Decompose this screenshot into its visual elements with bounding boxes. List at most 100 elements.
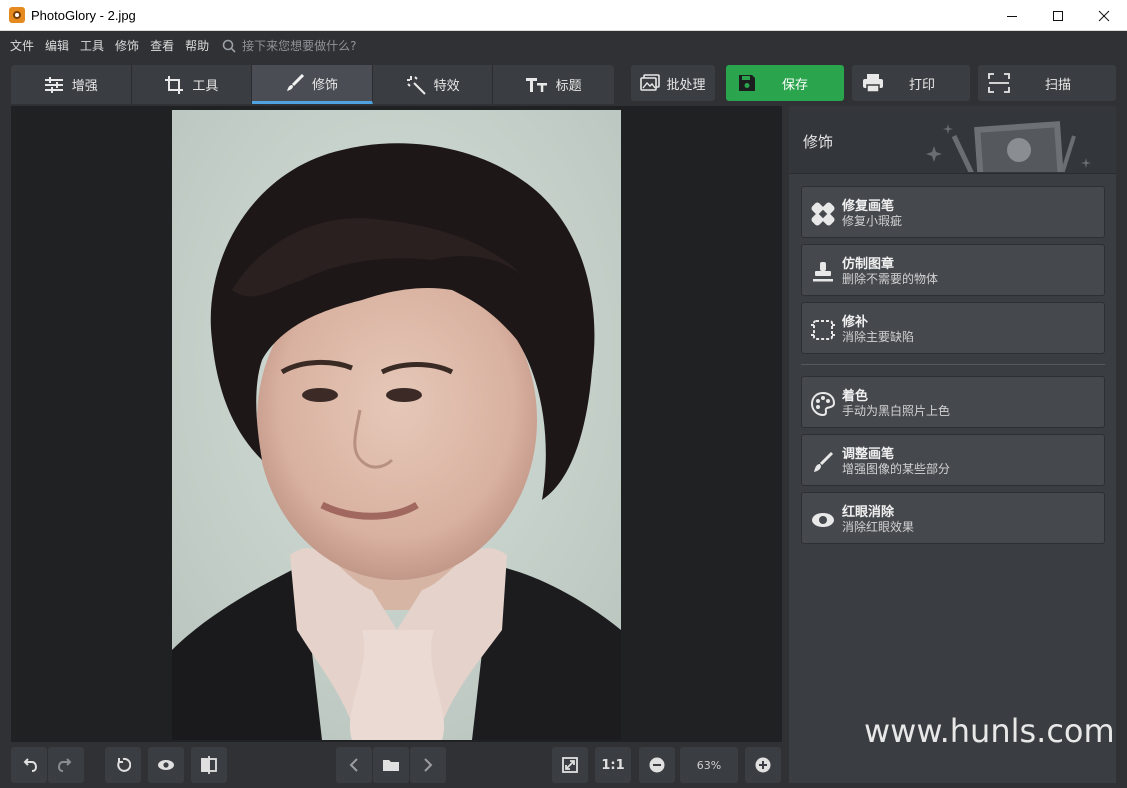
minimize-icon <box>1007 15 1017 17</box>
batch-label: 批处理 <box>666 77 706 93</box>
rotate-icon <box>117 757 131 772</box>
panel-header: 修饰 <box>789 106 1116 174</box>
print-label: 打印 <box>909 77 936 93</box>
redo-button[interactable] <box>48 747 84 783</box>
fit-screen-icon <box>562 757 578 773</box>
close-icon <box>1098 10 1110 21</box>
maximize-button[interactable] <box>1035 0 1081 31</box>
retouch-panel: 修饰 修复画笔 修复小瑕疵 仿制图章 删除不需要的物体 修补 消除主要缺陷 着色… <box>789 106 1116 783</box>
tab-label: 特效 <box>433 79 460 94</box>
panel-divider <box>801 364 1105 365</box>
adjust-brush-icon <box>814 451 834 472</box>
tool-adjustment-brush[interactable]: 调整画笔 增强图像的某些部分 <box>801 434 1105 486</box>
tool-clone-stamp[interactable]: 仿制图章 删除不需要的物体 <box>801 244 1105 296</box>
undo-button[interactable] <box>11 747 47 783</box>
compare-button[interactable] <box>191 747 227 783</box>
tab-enhance[interactable]: 增强 <box>11 65 132 104</box>
print-button[interactable]: 打印 <box>852 65 970 101</box>
tool-red-eye-removal[interactable]: 红眼消除 消除红眼效果 <box>801 492 1105 544</box>
bandage-icon <box>811 202 835 226</box>
crop-icon <box>165 75 184 94</box>
actual-size-button[interactable]: 1:1 <box>595 747 631 783</box>
tool-description: 删除不需要的物体 <box>842 272 939 286</box>
chevron-left-icon <box>349 758 358 772</box>
eye-icon <box>812 513 834 527</box>
fit-screen-button[interactable] <box>552 747 588 783</box>
chevron-right-icon <box>424 758 433 772</box>
panel-decoration-icon <box>926 121 1091 172</box>
folder-icon <box>383 760 399 771</box>
scan-icon <box>988 73 1010 93</box>
tab-caption[interactable]: 标题 <box>493 65 614 104</box>
tab-label: 工具 <box>192 79 219 94</box>
scan-button[interactable]: 扫描 <box>978 65 1116 101</box>
next-button[interactable] <box>410 747 446 783</box>
tool-patch[interactable]: 修补 消除主要缺陷 <box>801 302 1105 354</box>
menu-edit[interactable]: 编辑 <box>45 37 69 54</box>
zoom-level-field[interactable]: 63% <box>680 747 738 783</box>
tab-label: 标题 <box>555 79 582 94</box>
previous-button[interactable] <box>336 747 372 783</box>
menu-retouch[interactable]: 修饰 <box>115 37 139 54</box>
menu-help[interactable]: 帮助 <box>185 37 209 54</box>
zoom-in-button[interactable] <box>745 747 781 783</box>
menu-file[interactable]: 文件 <box>10 37 34 54</box>
close-button[interactable] <box>1081 0 1127 31</box>
search-field[interactable]: 接下来您想要做什么? <box>222 37 356 54</box>
tab-bar: 增强 工具 修饰 特效 标题 <box>11 65 614 104</box>
search-icon <box>222 39 236 53</box>
save-icon <box>739 75 755 91</box>
zoom-in-icon <box>755 757 771 773</box>
watermark-text: www.hunls.com <box>864 712 1115 750</box>
batch-button[interactable]: 批处理 <box>631 65 715 101</box>
text-icon <box>525 77 547 92</box>
patch-icon <box>811 320 835 340</box>
minimize-button[interactable] <box>989 0 1035 31</box>
rotate-button[interactable] <box>105 747 141 783</box>
window-controls <box>989 0 1127 31</box>
tab-label: 增强 <box>71 79 98 94</box>
maximize-icon <box>1053 10 1063 21</box>
menu-bar: 文件 编辑 工具 修饰 查看 帮助 接下来您想要做什么? <box>0 31 1127 60</box>
portrait-photo[interactable] <box>172 110 621 740</box>
eye-icon <box>158 760 174 770</box>
tab-label: 修饰 <box>311 77 338 93</box>
magic-wand-icon <box>406 75 426 95</box>
images-icon <box>640 74 661 91</box>
title-bar: PhotoGlory - 2.jpg <box>0 0 1127 31</box>
preview-button[interactable] <box>148 747 184 783</box>
undo-icon <box>23 758 37 772</box>
redo-icon <box>58 758 72 772</box>
window-title: PhotoGlory - 2.jpg <box>31 7 136 23</box>
zoom-out-icon <box>649 757 665 773</box>
bottom-toolbar: 1:1 63% <box>11 744 782 786</box>
save-button[interactable]: 保存 <box>726 65 844 101</box>
image-canvas[interactable] <box>11 106 782 742</box>
panel-title: 修饰 <box>803 133 834 151</box>
scan-label: 扫描 <box>1045 77 1072 93</box>
tab-retouch[interactable]: 修饰 <box>252 65 373 104</box>
tool-description: 手动为黑白照片上色 <box>842 404 951 418</box>
tool-description: 增强图像的某些部分 <box>842 462 951 476</box>
palette-icon <box>811 392 835 416</box>
save-label: 保存 <box>782 77 809 93</box>
tool-colorize[interactable]: 着色 手动为黑白照片上色 <box>801 376 1105 428</box>
menu-view[interactable]: 查看 <box>150 37 174 54</box>
sliders-icon <box>44 76 63 93</box>
compare-icon <box>201 756 217 774</box>
tab-effects[interactable]: 特效 <box>373 65 494 104</box>
menu-tools[interactable]: 工具 <box>80 37 104 54</box>
zoom-out-button[interactable] <box>639 747 675 783</box>
tool-description: 修复小瑕疵 <box>842 214 903 228</box>
printer-icon <box>863 74 883 93</box>
app-logo-icon <box>9 7 25 23</box>
search-placeholder: 接下来您想要做什么? <box>242 39 357 53</box>
tool-healing-brush[interactable]: 修复画笔 修复小瑕疵 <box>801 186 1105 238</box>
brush-icon <box>286 74 304 91</box>
tool-description: 消除红眼效果 <box>842 520 915 534</box>
main-toolbar: 增强 工具 修饰 特效 标题 批处理 保存 打印 扫描 <box>0 60 1127 106</box>
stamp-icon <box>813 262 833 282</box>
tab-tools[interactable]: 工具 <box>132 65 253 104</box>
open-folder-button[interactable] <box>373 747 409 783</box>
tool-description: 消除主要缺陷 <box>842 330 915 344</box>
